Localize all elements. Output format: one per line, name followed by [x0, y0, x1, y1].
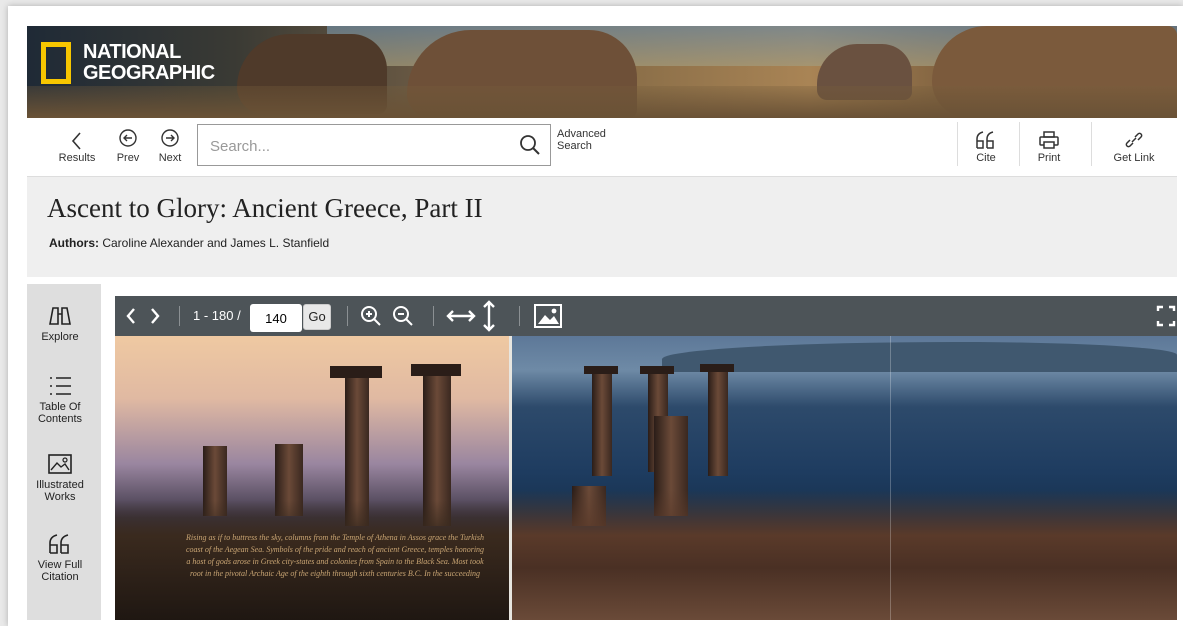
temple-column-capital: [640, 366, 674, 374]
fit-width-button[interactable]: [445, 296, 477, 336]
results-button[interactable]: Results: [55, 130, 99, 164]
top-toolbar: Results Prev Next Advanced Search Cite P…: [27, 118, 1177, 177]
next-label: Next: [158, 152, 182, 164]
search-input[interactable]: [208, 133, 502, 159]
sidebar-item-label: Illustrated Works: [36, 479, 84, 503]
zoom-in-icon: [361, 306, 381, 326]
fullscreen-icon: [1156, 305, 1176, 327]
search-field: [197, 124, 551, 166]
temple-column: [592, 372, 612, 476]
image-view-button[interactable]: [533, 296, 563, 336]
zoom-in-button[interactable]: [359, 296, 383, 336]
national-geographic-logo-border: [41, 42, 71, 84]
temple-column-capital: [700, 364, 734, 372]
sidebar-item-illustrated-works[interactable]: Illustrated Works: [27, 452, 93, 503]
temple-column: [708, 370, 728, 476]
horizontal-arrows-icon: [446, 310, 476, 322]
app-window: NATIONAL GEOGRAPHIC Results Prev Next Ad…: [8, 6, 1183, 626]
print-button[interactable]: Print: [1031, 130, 1067, 164]
search-icon[interactable]: [518, 133, 542, 157]
go-button[interactable]: Go: [303, 304, 331, 330]
toolbar-divider: [1091, 122, 1092, 166]
page-spread[interactable]: Rising as if to buttress the sky, column…: [115, 336, 1177, 620]
page-range: 1 - 180 /: [193, 308, 241, 323]
viewer-divider: [347, 306, 348, 326]
photo-caption: Rising as if to buttress the sky, column…: [185, 533, 485, 578]
vertical-arrows-icon: [483, 300, 495, 332]
rocky-foreground: [512, 490, 1177, 620]
distant-mountains: [662, 342, 1177, 372]
left-sidebar: Explore Table Of Contents Illustrated Wo…: [27, 284, 101, 620]
viewer-divider: [179, 306, 180, 326]
chevron-left-icon: [71, 132, 81, 150]
authors-label: Authors:: [49, 236, 99, 250]
prev-button[interactable]: Prev: [111, 128, 145, 164]
document-header: Ascent to Glory: Ancient Greece, Part II…: [27, 177, 1177, 277]
temple-column-capital: [411, 364, 461, 376]
viewer-divider: [433, 306, 434, 326]
results-label: Results: [58, 152, 96, 164]
get-link-button[interactable]: Get Link: [1107, 130, 1161, 164]
document-authors: Authors: Caroline Alexander and James L.…: [49, 236, 329, 250]
national-geographic-logo[interactable]: NATIONAL GEOGRAPHIC: [83, 42, 215, 84]
zoom-out-button[interactable]: [391, 296, 415, 336]
banner-ground: [27, 86, 1177, 118]
page-number-input[interactable]: [250, 304, 302, 332]
authors-value: Caroline Alexander and James L. Stanfiel…: [102, 236, 330, 250]
advanced-search-line-1: Advanced: [557, 128, 606, 140]
next-button[interactable]: Next: [153, 128, 187, 164]
sidebar-item-view-full-citation[interactable]: View Full Citation: [27, 532, 93, 583]
sidebar-item-table-of-contents[interactable]: Table Of Contents: [27, 374, 93, 425]
right-page-photo: [512, 336, 1177, 620]
quote-icon: [976, 131, 994, 149]
temple-column-capital: [584, 366, 618, 374]
chevron-right-icon: [151, 308, 160, 324]
viewer-toolbar: 1 - 180 / Go: [115, 296, 1177, 336]
link-icon: [1125, 132, 1143, 148]
chevron-left-icon: [126, 308, 135, 324]
quote-icon: [49, 534, 69, 554]
toolbar-divider: [1019, 122, 1020, 166]
advanced-search-link[interactable]: Advanced Search: [557, 128, 606, 152]
print-label: Print: [1037, 152, 1061, 164]
circle-arrow-left-icon: [119, 129, 137, 147]
temple-column-capital: [330, 366, 382, 378]
binoculars-icon: [49, 307, 71, 325]
sidebar-item-label: View Full Citation: [37, 559, 83, 583]
page-viewer: 1 - 180 / Go: [115, 296, 1177, 620]
sidebar-item-explore[interactable]: Explore: [27, 304, 93, 343]
left-page-photo: Rising as if to buttress the sky, column…: [115, 336, 509, 620]
zoom-out-icon: [393, 306, 413, 326]
circle-arrow-right-icon: [161, 129, 179, 147]
viewer-divider: [519, 306, 520, 326]
image-icon: [48, 454, 72, 474]
sidebar-item-label: Table Of Contents: [37, 401, 83, 425]
page-content: NATIONAL GEOGRAPHIC Results Prev Next Ad…: [27, 26, 1177, 620]
advanced-search-line-2: Search: [557, 140, 592, 152]
image-icon: [534, 304, 562, 328]
list-icon: [50, 377, 71, 395]
logo-line-1: NATIONAL: [83, 41, 181, 63]
sidebar-item-label: Explore: [41, 331, 79, 343]
cite-button[interactable]: Cite: [971, 130, 1001, 164]
get-link-label: Get Link: [1113, 152, 1155, 164]
next-page-button[interactable]: [147, 296, 163, 336]
printer-icon: [1039, 131, 1059, 149]
toolbar-divider: [957, 122, 958, 166]
fit-height-button[interactable]: [481, 296, 497, 336]
logo-line-2: GEOGRAPHIC: [83, 62, 215, 84]
previous-page-button[interactable]: [123, 296, 139, 336]
document-title: Ascent to Glory: Ancient Greece, Part II: [47, 193, 483, 223]
header-banner: NATIONAL GEOGRAPHIC: [27, 26, 1177, 118]
fullscreen-button[interactable]: [1155, 296, 1177, 336]
page-fold-line: [890, 336, 891, 620]
cite-label: Cite: [976, 152, 996, 164]
prev-label: Prev: [116, 152, 140, 164]
